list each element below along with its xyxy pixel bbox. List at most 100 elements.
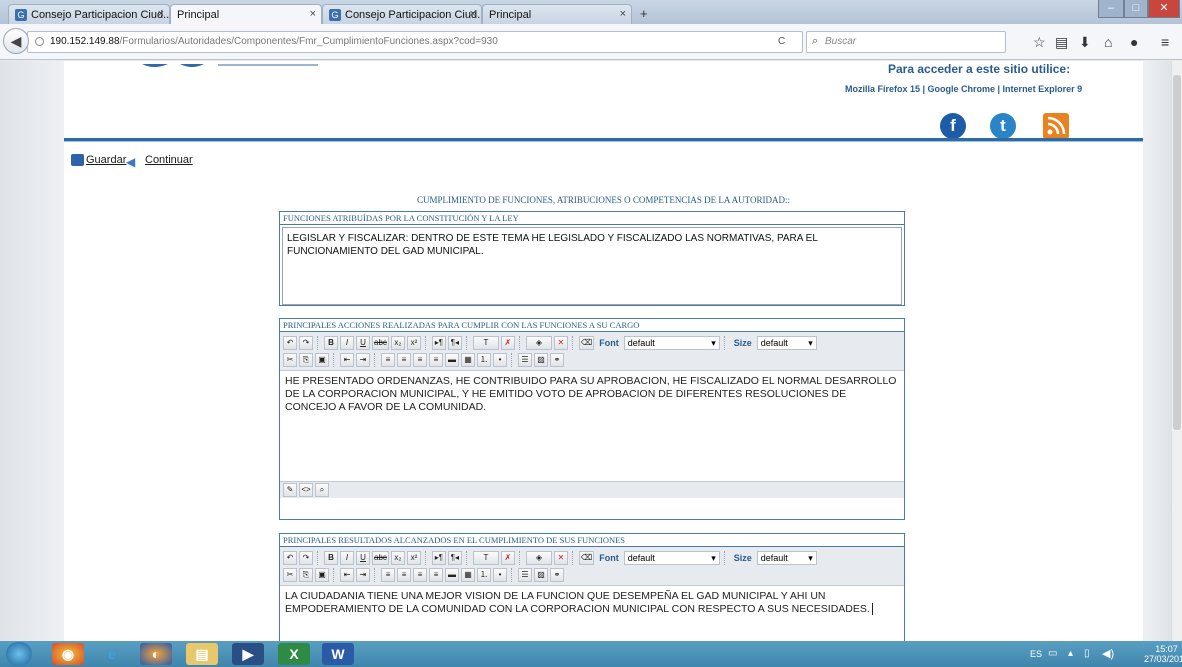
download-icon[interactable]: ⬇ — [1079, 34, 1091, 51]
rtl-icon[interactable]: ¶◂ — [447, 550, 462, 565]
back-button[interactable]: ◀ — [3, 28, 29, 54]
align-right-icon[interactable]: ≡ — [413, 352, 427, 367]
tab-principal-1[interactable]: Principal × — [170, 4, 322, 24]
highlight-icon[interactable]: ◈ — [525, 550, 552, 565]
tab-consejo-1[interactable]: G Consejo Participacion Ciud... × — [8, 4, 170, 24]
ordered-list-icon[interactable]: ⒈ — [477, 567, 491, 582]
paste-icon[interactable]: ▣ — [315, 352, 329, 367]
save-link[interactable]: Guardar — [86, 154, 126, 166]
volume-icon[interactable]: ◀) — [1102, 647, 1114, 660]
media-player-taskbar-icon[interactable]: ▶ — [232, 643, 264, 665]
outdent-icon[interactable]: ⇤ — [340, 567, 354, 582]
outdent-icon[interactable]: ⇤ — [340, 352, 354, 367]
menu-icon[interactable]: ≡ — [1161, 34, 1169, 50]
subscript-button[interactable]: x₂ — [390, 550, 405, 565]
system-clock[interactable]: 15:0727/03/2015 — [1144, 644, 1182, 664]
rss-icon[interactable] — [1043, 113, 1069, 139]
align-center-icon[interactable]: ≡ — [397, 567, 411, 582]
start-button[interactable] — [6, 642, 32, 666]
maximize-button[interactable]: □ — [1124, 0, 1148, 18]
paste-icon[interactable]: ▣ — [315, 567, 329, 582]
design-mode-icon[interactable]: ✎ — [283, 483, 297, 497]
strikethrough-button[interactable]: abc — [372, 335, 389, 350]
arrow-left-icon[interactable]: ◀ — [126, 155, 135, 169]
tray-arrow-icon[interactable]: ▴ — [1068, 648, 1073, 659]
align-center-icon[interactable]: ≡ — [397, 352, 411, 367]
italic-button[interactable]: I — [340, 335, 354, 350]
html-mode-icon[interactable]: <> — [299, 483, 313, 497]
explorer-taskbar-icon[interactable]: ▤ — [186, 643, 218, 665]
language-indicator[interactable]: ES — [1030, 649, 1042, 659]
cut-icon[interactable]: ✂ — [283, 352, 297, 367]
ltr-icon[interactable]: ▸¶ — [431, 550, 446, 565]
indent-icon[interactable]: ⇥ — [356, 352, 370, 367]
bold-button[interactable]: B — [324, 550, 338, 565]
redo-icon[interactable]: ↷ — [299, 550, 313, 565]
align-left-icon[interactable]: ≡ — [381, 567, 395, 582]
reload-icon[interactable]: C — [778, 36, 785, 47]
text-color-icon[interactable]: T — [472, 550, 499, 565]
facebook-icon[interactable]: f — [940, 113, 966, 139]
clear-format-icon[interactable]: ✗ — [500, 550, 515, 565]
eraser-icon[interactable]: ⌫ — [578, 335, 595, 350]
clear-format-icon[interactable]: ✗ — [500, 335, 515, 350]
link-icon[interactable]: ⚭ — [550, 567, 564, 582]
ie-taskbar-icon[interactable]: e — [96, 643, 128, 665]
image-icon[interactable]: ▨ — [534, 567, 548, 582]
font-select[interactable]: default ▾ — [623, 550, 720, 565]
scrollbar-thumb[interactable] — [1173, 75, 1181, 430]
twitter-icon[interactable]: t — [990, 113, 1016, 139]
bulleted-list-icon[interactable]: • — [493, 352, 507, 367]
close-window-button[interactable]: ✕ — [1148, 0, 1180, 18]
link-icon[interactable]: ⚭ — [550, 352, 564, 367]
justify-icon[interactable]: ≡ — [429, 352, 443, 367]
size-select[interactable]: default ▾ — [756, 335, 817, 350]
undo-icon[interactable]: ↶ — [283, 335, 297, 350]
align-left-icon[interactable]: ≡ — [381, 352, 395, 367]
rtl-icon[interactable]: ¶◂ — [447, 335, 462, 350]
text-color-icon[interactable]: T — [472, 335, 499, 350]
keyboard-icon[interactable]: ▭ — [1048, 648, 1057, 659]
results-editor[interactable]: LA CIUDADANIA TIENE UNA MEJOR VISION DE … — [280, 586, 904, 646]
firefox-taskbar-icon[interactable]: ◐ — [140, 643, 172, 665]
tab-close-icon[interactable]: × — [310, 8, 316, 20]
size-select[interactable]: default ▾ — [756, 550, 817, 565]
italic-button[interactable]: I — [340, 550, 354, 565]
word-taskbar-icon[interactable]: W — [322, 643, 354, 665]
search-input[interactable]: Buscar — [825, 36, 856, 47]
tab-close-icon[interactable]: × — [158, 8, 164, 20]
align-right-icon[interactable]: ≡ — [413, 567, 427, 582]
ordered-list-icon[interactable]: ⒈ — [477, 352, 491, 367]
copy-icon[interactable]: ⎘ — [299, 567, 313, 582]
undo-icon[interactable]: ↶ — [283, 550, 297, 565]
chat-icon[interactable]: ● — [1130, 34, 1138, 50]
bookmark-star-icon[interactable]: ☆ — [1033, 34, 1046, 51]
strikethrough-button[interactable]: abc — [372, 550, 389, 565]
superscript-button[interactable]: x² — [406, 335, 421, 350]
indent-icon[interactable]: ⇥ — [356, 567, 370, 582]
tab-close-icon[interactable]: × — [470, 8, 476, 20]
actions-editor[interactable]: HE PRESENTADO ORDENANZAS, HE CONTRIBUIDO… — [280, 371, 904, 481]
table-icon[interactable]: ▦ — [461, 567, 475, 582]
functions-textarea[interactable]: LEGISLAR Y FISCALIZAR: DENTRO DE ESTE TE… — [282, 227, 902, 305]
justify-icon[interactable]: ≡ — [429, 567, 443, 582]
font-select[interactable]: default ▾ — [623, 335, 720, 350]
remove-icon[interactable]: ✕ — [553, 550, 568, 565]
image-icon[interactable]: ▨ — [534, 352, 548, 367]
save-disk-icon[interactable] — [71, 154, 84, 166]
paragraph-icon[interactable]: ☰ — [518, 352, 532, 367]
hr-icon[interactable]: ▬ — [445, 567, 459, 582]
bold-button[interactable]: B — [324, 335, 338, 350]
table-icon[interactable]: ▦ — [461, 352, 475, 367]
subscript-button[interactable]: x₂ — [390, 335, 405, 350]
copy-icon[interactable]: ⎘ — [299, 352, 313, 367]
underline-button[interactable]: U — [356, 335, 370, 350]
highlight-icon[interactable]: ◈ — [525, 335, 552, 350]
continue-link[interactable]: Continuar — [145, 154, 193, 166]
tab-close-icon[interactable]: × — [620, 8, 626, 20]
network-icon[interactable]: ▯ — [1084, 648, 1090, 659]
ltr-icon[interactable]: ▸¶ — [431, 335, 446, 350]
home-icon[interactable]: ⌂ — [1104, 34, 1112, 50]
new-tab-button[interactable]: + — [640, 6, 648, 21]
bookmarks-icon[interactable]: ▤ — [1055, 34, 1068, 51]
